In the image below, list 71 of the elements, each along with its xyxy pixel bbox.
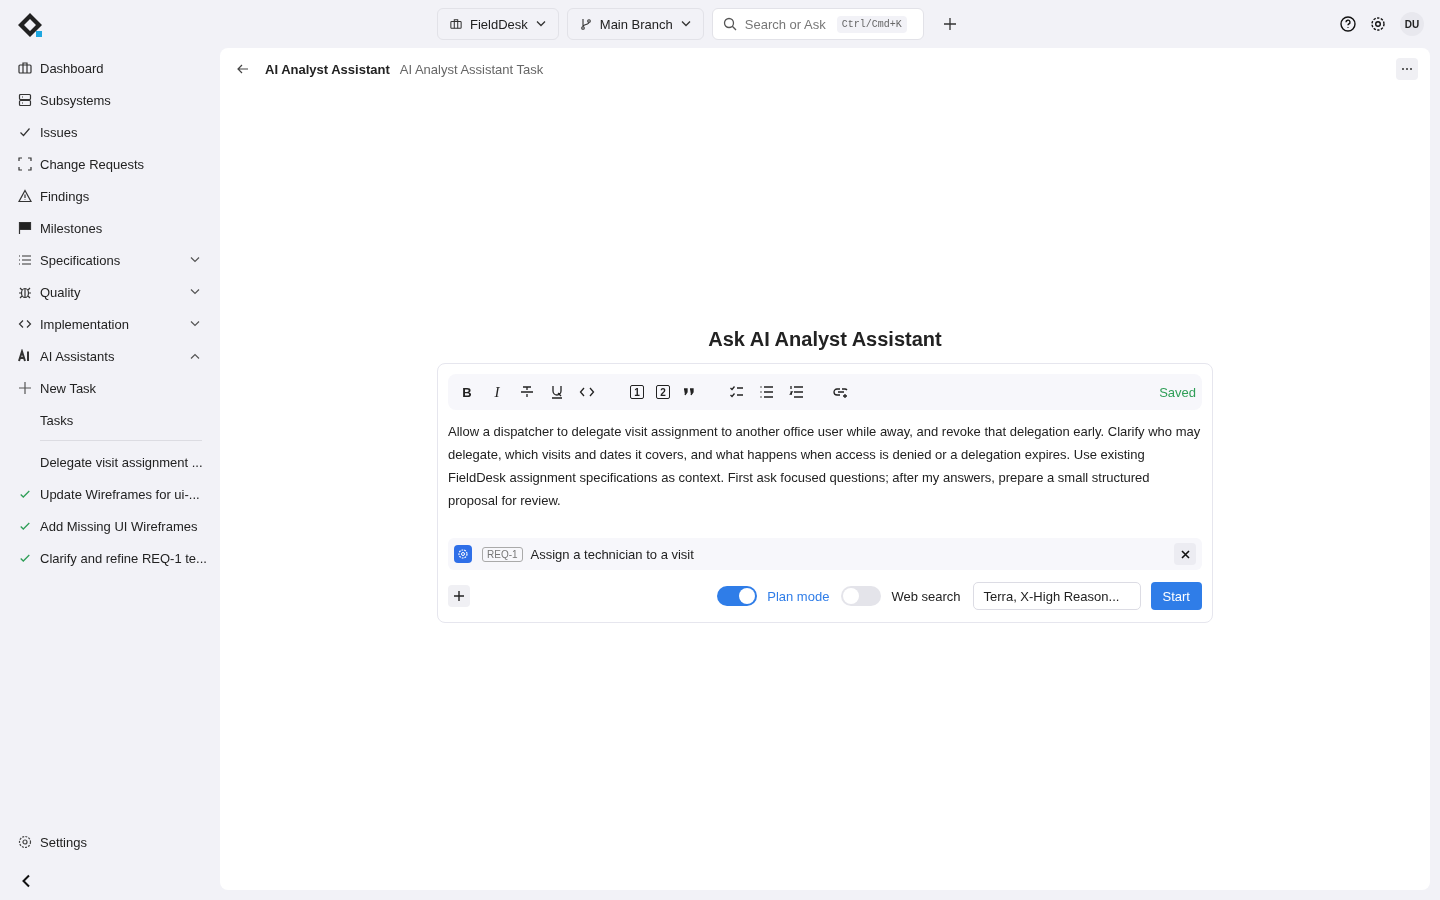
- more-button[interactable]: [1396, 58, 1418, 80]
- web-search-toggle[interactable]: [841, 586, 882, 606]
- sidebar-item[interactable]: Quality: [18, 276, 202, 308]
- plus-icon: [18, 381, 32, 395]
- strike-icon: [519, 384, 535, 400]
- code-icon: [18, 317, 32, 331]
- settings-item[interactable]: Settings: [18, 826, 202, 858]
- requirement-tag: REQ-1: [482, 546, 523, 562]
- help-icon[interactable]: [1340, 16, 1356, 32]
- tasks-icon: [729, 384, 745, 400]
- close-icon: [1180, 549, 1190, 559]
- settings-icon[interactable]: [1370, 16, 1386, 32]
- sidebar-item[interactable]: Dashboard: [18, 52, 202, 84]
- remove-button[interactable]: [1174, 543, 1196, 565]
- chevron-icon: [680, 21, 691, 27]
- ai-icon: [18, 349, 32, 363]
- search-icon: [722, 17, 737, 31]
- flag-icon: [18, 221, 32, 235]
- model-dropdown[interactable]: Terra, X-High Reason...: [972, 582, 1141, 610]
- sidebar-item[interactable]: New Task: [18, 372, 202, 404]
- settings-icon: [18, 835, 32, 849]
- page-title: AI Analyst Assistant: [265, 61, 390, 77]
- task-item[interactable]: Add Missing UI Wireframes: [18, 510, 202, 542]
- numbers-icon: [789, 384, 805, 400]
- h2-button[interactable]: 2: [656, 385, 670, 399]
- sidebar-item[interactable]: Tasks: [18, 404, 202, 436]
- composer-heading: Ask AI Analyst Assistant: [708, 328, 942, 351]
- back-icon[interactable]: [237, 64, 249, 74]
- plus-icon[interactable]: [943, 18, 956, 30]
- web-search-label: Web search: [891, 588, 961, 604]
- briefcase-icon: [450, 18, 462, 30]
- user-avatar[interactable]: DU: [1400, 12, 1424, 36]
- requirement-icon: [454, 545, 472, 563]
- shortcut-hint: Ctrl/Cmd+K: [836, 15, 907, 33]
- plan-mode-label: Plan mode: [767, 588, 830, 604]
- sidebar-item[interactable]: AI Assistants: [18, 340, 202, 372]
- bold-button[interactable]: B: [456, 381, 478, 403]
- italic-button[interactable]: I: [486, 381, 508, 403]
- clear-icon: [549, 384, 565, 400]
- briefcase-icon: [18, 61, 32, 75]
- server-icon: [18, 93, 32, 107]
- warn-icon: [18, 189, 32, 203]
- sidebar-item[interactable]: Subsystems: [18, 84, 202, 116]
- start-button[interactable]: Start: [1150, 582, 1202, 610]
- branch-dropdown[interactable]: Main Branch: [566, 8, 704, 40]
- bullets-icon: [759, 384, 775, 400]
- task-item[interactable]: Delegate visit assignment ...: [18, 446, 202, 478]
- frame-icon: [18, 157, 32, 171]
- logo-icon: [17, 12, 43, 38]
- chevron-icon: [535, 21, 546, 27]
- sidebar-item[interactable]: Issues: [18, 116, 202, 148]
- bug-icon: [18, 285, 32, 299]
- add-button[interactable]: [448, 585, 470, 607]
- task-item[interactable]: Update Wireframes for ui-...: [18, 478, 202, 510]
- plus-icon: [454, 591, 464, 601]
- list-icon: [18, 253, 32, 267]
- sidebar-item[interactable]: Specifications: [18, 244, 202, 276]
- collapse-icon[interactable]: [21, 874, 31, 888]
- requirement-title: Assign a technician to a visit: [530, 546, 694, 562]
- branch-icon: [579, 18, 592, 30]
- page-subtitle: AI Analyst Assistant Task: [399, 61, 544, 77]
- save-status: Saved: [1159, 384, 1196, 400]
- sidebar-item[interactable]: Milestones: [18, 212, 202, 244]
- sidebar-item[interactable]: Findings: [18, 180, 202, 212]
- check-icon: [18, 125, 32, 139]
- sidebar-item[interactable]: Change Requests: [18, 148, 202, 180]
- plan-mode-toggle[interactable]: [717, 586, 758, 606]
- sidebar-item[interactable]: Implementation: [18, 308, 202, 340]
- prompt-text[interactable]: Allow a dispatcher to delegate visit assignment to another office user while away, and revoke that delegation early. Clarify who may delegate, which visits and dates it covers, and what happens when access is denied or a delegation expires. Use existing FieldDesk assignment specifications as context. First ask focused questions; after my answers, prepare a small structured proposal for review.: [448, 420, 1202, 512]
- h1-button[interactable]: 1: [630, 385, 644, 399]
- project-dropdown[interactable]: FieldDesk: [437, 8, 559, 40]
